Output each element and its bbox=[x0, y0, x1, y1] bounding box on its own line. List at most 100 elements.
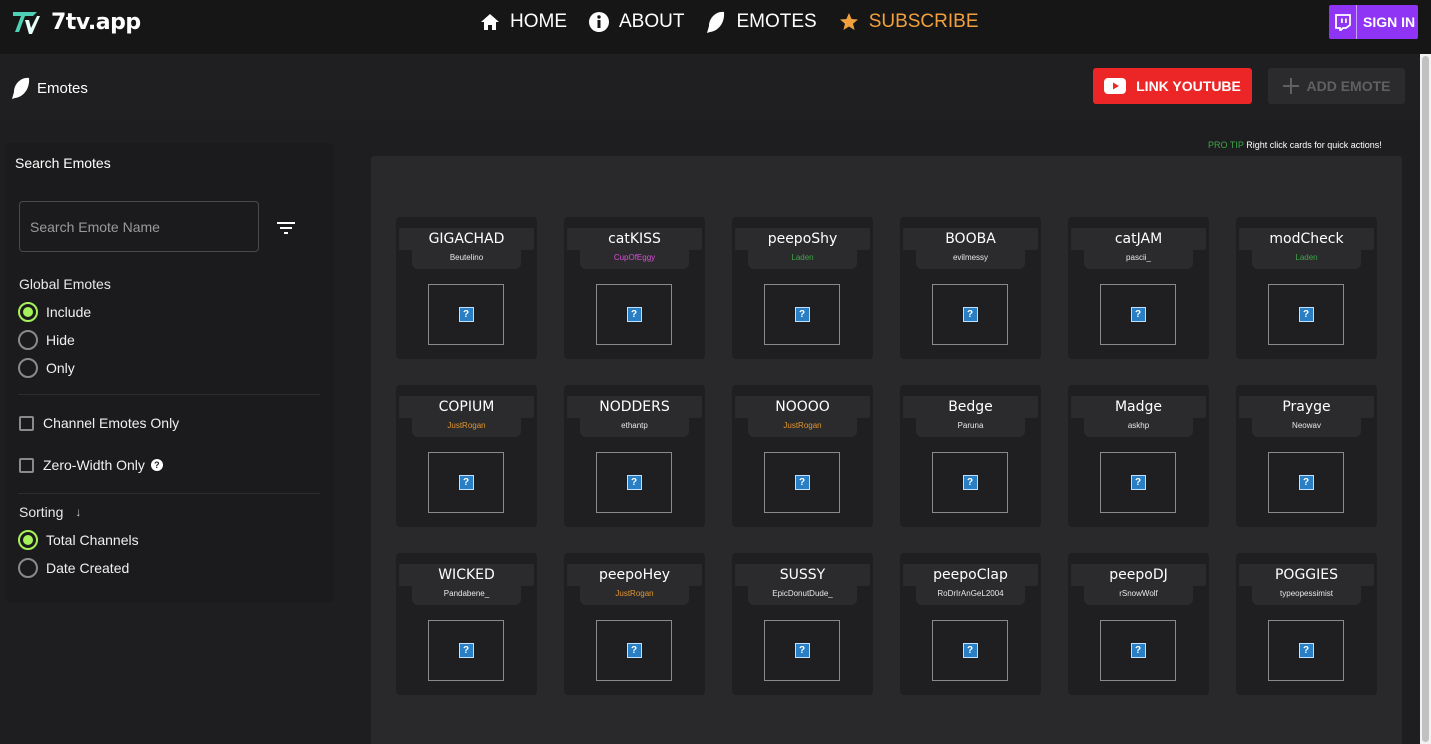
link-youtube-button[interactable]: LINK YOUTUBE bbox=[1093, 68, 1252, 104]
broken-image-icon: ? bbox=[1298, 643, 1314, 658]
emote-name: Madge bbox=[1071, 396, 1206, 418]
search-emote-input[interactable] bbox=[19, 201, 259, 252]
radio-button[interactable] bbox=[18, 330, 38, 350]
sorting-label: Sorting bbox=[19, 504, 64, 520]
radio-hide[interactable]: Hide bbox=[18, 330, 75, 350]
radio-button[interactable] bbox=[18, 558, 38, 578]
broken-image-icon: ? bbox=[1130, 475, 1146, 490]
radio-total-channels[interactable]: Total Channels bbox=[18, 530, 139, 550]
help-icon[interactable]: ? bbox=[150, 459, 163, 471]
emote-card[interactable]: NOOOO JustRogan? bbox=[732, 385, 873, 527]
emote-name: Prayge bbox=[1239, 396, 1374, 418]
emote-image: ? bbox=[1268, 452, 1344, 513]
emote-card[interactable]: BOOBA evilmessy? bbox=[900, 217, 1041, 359]
broken-image-icon: ? bbox=[962, 307, 978, 322]
home-icon bbox=[481, 14, 499, 30]
broken-image-icon: ? bbox=[626, 643, 642, 658]
emote-owner[interactable]: JustRogan bbox=[580, 586, 689, 605]
radio-button[interactable] bbox=[18, 358, 38, 378]
emote-image: ? bbox=[1100, 452, 1176, 513]
emote-owner[interactable]: Neowav bbox=[1252, 418, 1361, 437]
emote-owner[interactable]: JustRogan bbox=[412, 418, 521, 437]
scrollbar-thumb[interactable] bbox=[1422, 56, 1429, 742]
broken-image-icon: ? bbox=[626, 475, 642, 490]
star-icon bbox=[839, 13, 858, 30]
emote-card[interactable]: NODDERS ethantp? bbox=[564, 385, 705, 527]
broken-image-icon: ? bbox=[626, 307, 642, 322]
divider bbox=[18, 394, 320, 395]
page-scrollbar[interactable] bbox=[1420, 54, 1431, 744]
radio-include[interactable]: Include bbox=[18, 302, 91, 322]
nav-home[interactable]: HOME bbox=[480, 11, 567, 33]
nav-subscribe[interactable]: SUBSCRIBE bbox=[839, 11, 979, 33]
emote-card[interactable]: peepoDJ rSnowWolf? bbox=[1068, 553, 1209, 695]
broken-image-icon: ? bbox=[1130, 643, 1146, 658]
emote-card[interactable]: POGGIES typeopessimist? bbox=[1236, 553, 1377, 695]
emote-image: ? bbox=[764, 284, 840, 345]
emote-image: ? bbox=[596, 452, 672, 513]
emote-image: ? bbox=[1100, 620, 1176, 681]
emote-owner[interactable]: rSnowWolf bbox=[1084, 586, 1193, 605]
broken-image-icon: ? bbox=[1298, 307, 1314, 322]
emote-name: modCheck bbox=[1239, 228, 1374, 250]
emote-card[interactable]: WICKED Pandabene_? bbox=[396, 553, 537, 695]
emote-image: ? bbox=[428, 452, 504, 513]
emote-card[interactable]: Madge askhp? bbox=[1068, 385, 1209, 527]
emote-owner[interactable]: ethantp bbox=[580, 418, 689, 437]
emote-owner[interactable]: askhp bbox=[1084, 418, 1193, 437]
emote-owner[interactable]: evilmessy bbox=[916, 250, 1025, 269]
top-navbar: 7tv.app HOME ABOUT EMOTES SUBSCRIBE SIGN… bbox=[0, 0, 1431, 54]
emote-card[interactable]: catJAM pascii_? bbox=[1068, 217, 1209, 359]
radio-date-created-label: Date Created bbox=[46, 560, 130, 576]
emote-card[interactable]: modCheck Laden? bbox=[1236, 217, 1377, 359]
emote-owner[interactable]: pascii_ bbox=[1084, 250, 1193, 269]
broken-image-icon: ? bbox=[1130, 307, 1146, 322]
emote-owner[interactable]: RoDrIrAnGeL2004 bbox=[916, 586, 1025, 605]
zero-width-only-checkbox[interactable]: Zero-Width Only ? bbox=[19, 457, 163, 473]
checkbox[interactable] bbox=[19, 457, 34, 473]
broken-image-icon: ? bbox=[794, 307, 810, 322]
nav-emotes-label: EMOTES bbox=[736, 11, 817, 32]
broken-image-icon: ? bbox=[962, 643, 978, 658]
emote-owner[interactable]: EpicDonutDude_ bbox=[748, 586, 857, 605]
sort-direction-icon[interactable]: ↓ bbox=[75, 505, 81, 519]
emote-owner[interactable]: Laden bbox=[1252, 250, 1361, 269]
radio-date-created[interactable]: Date Created bbox=[18, 558, 129, 578]
emote-image: ? bbox=[428, 620, 504, 681]
emote-card[interactable]: peepoShy Laden? bbox=[732, 217, 873, 359]
emote-owner[interactable]: Pandabene_ bbox=[412, 586, 521, 605]
main-nav: HOME ABOUT EMOTES SUBSCRIBE bbox=[480, 10, 1001, 34]
emote-owner[interactable]: typeopessimist bbox=[1252, 586, 1361, 605]
emote-card[interactable]: SUSSY EpicDonutDude_? bbox=[732, 553, 873, 695]
nav-about-label: ABOUT bbox=[619, 11, 685, 32]
emote-name: GIGACHAD bbox=[399, 228, 534, 250]
emote-card[interactable]: peepoHey JustRogan? bbox=[564, 553, 705, 695]
emote-card[interactable]: Bedge Paruna? bbox=[900, 385, 1041, 527]
emote-name: peepoClap bbox=[903, 564, 1038, 586]
nav-about[interactable]: ABOUT bbox=[589, 11, 684, 33]
emote-card[interactable]: catKISS CupOfEggy? bbox=[564, 217, 705, 359]
emote-card[interactable]: Prayge Neowav? bbox=[1236, 385, 1377, 527]
emote-card[interactable]: COPIUM JustRogan? bbox=[396, 385, 537, 527]
radio-hide-label: Hide bbox=[46, 332, 75, 348]
radio-only[interactable]: Only bbox=[18, 358, 75, 378]
emote-owner[interactable]: Laden bbox=[748, 250, 857, 269]
nav-emotes[interactable]: EMOTES bbox=[706, 10, 817, 34]
emote-owner[interactable]: Beutelino bbox=[412, 250, 521, 269]
emote-card[interactable]: peepoClap RoDrIrAnGeL2004? bbox=[900, 553, 1041, 695]
filter-icon[interactable] bbox=[276, 220, 296, 241]
sign-in-button[interactable]: SIGN IN bbox=[1329, 5, 1418, 39]
brand-logo-link[interactable]: 7tv.app bbox=[11, 8, 141, 36]
global-emotes-label: Global Emotes bbox=[19, 276, 111, 292]
radio-button-selected[interactable] bbox=[18, 530, 38, 550]
add-emote-button[interactable]: ADD EMOTE bbox=[1268, 68, 1405, 104]
emote-image: ? bbox=[428, 284, 504, 345]
radio-button-selected[interactable] bbox=[18, 302, 38, 322]
emote-owner[interactable]: CupOfEggy bbox=[580, 250, 689, 269]
channel-emotes-only-checkbox[interactable]: Channel Emotes Only bbox=[19, 415, 179, 431]
channel-emotes-only-label: Channel Emotes Only bbox=[43, 415, 180, 431]
emote-owner[interactable]: JustRogan bbox=[748, 418, 857, 437]
checkbox[interactable] bbox=[19, 415, 34, 431]
emote-owner[interactable]: Paruna bbox=[916, 418, 1025, 437]
emote-card[interactable]: GIGACHAD Beutelino? bbox=[396, 217, 537, 359]
